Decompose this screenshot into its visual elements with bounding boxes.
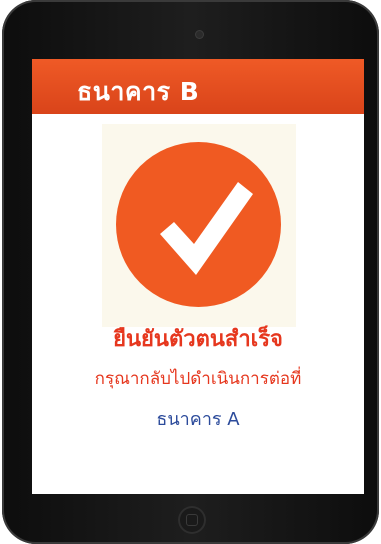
home-square-icon (186, 514, 198, 526)
app-header: ธนาคาร B (32, 59, 364, 114)
screen: ธนาคาร B ยืนยันตัวตนสำเร็จ กรุณากลับไปดำ… (32, 59, 364, 494)
instruction-message: กรุณากลับไปดำเนินการต่อที่ (94, 369, 302, 389)
checkmark-icon (116, 142, 281, 307)
destination-bank: ธนาคาร A (156, 409, 240, 430)
header-title: ธนาคาร B (77, 77, 200, 106)
home-button-icon[interactable] (178, 506, 206, 534)
success-message: ยืนยันตัวตนสำเร็จ (113, 327, 283, 352)
front-camera-icon (196, 31, 203, 38)
tablet-frame: ธนาคาร B ยืนยันตัวตนสำเร็จ กรุณากลับไปดำ… (2, 0, 379, 544)
